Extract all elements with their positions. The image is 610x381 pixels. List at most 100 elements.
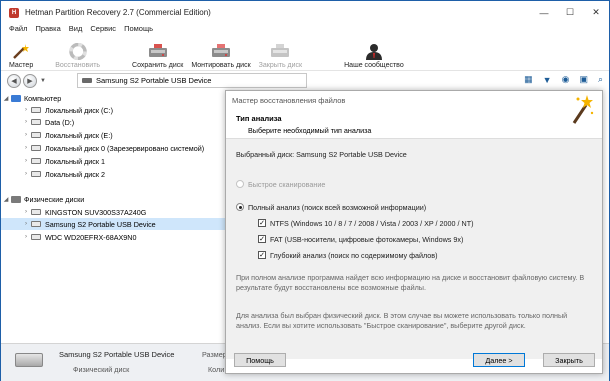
ntfs-checkbox[interactable]: ✓ xyxy=(258,219,266,227)
tree-physical-samsung[interactable]: › Samsung S2 Portable USB Device xyxy=(1,218,227,230)
tree-drive-d[interactable]: › Data (D:) xyxy=(1,116,227,128)
status-device-name: Samsung S2 Portable USB Device xyxy=(59,350,175,359)
path-field[interactable]: Samsung S2 Portable USB Device xyxy=(77,73,307,88)
filter-icon[interactable]: ▼ xyxy=(543,75,552,85)
drive-icon xyxy=(31,158,41,164)
community-button[interactable]: Наше сообщество xyxy=(340,37,408,69)
tree-drive-c[interactable]: › Локальный диск (C:) xyxy=(1,104,227,116)
hdd-icon xyxy=(31,234,41,240)
tree-physical[interactable]: ◢ Физические диски xyxy=(1,193,227,205)
save-disk-icon xyxy=(148,44,167,57)
computer-icon xyxy=(11,94,21,102)
search-icon[interactable]: ⌕ xyxy=(598,74,603,85)
hdd-icon xyxy=(31,209,41,215)
full-analysis-note: При полном анализе программа найдет всю … xyxy=(236,273,585,292)
deep-analysis-label: Глубокий анализ (поиск по содержимому фа… xyxy=(270,251,438,260)
tree-physical-label: Samsung S2 Portable USB Device xyxy=(45,219,156,229)
expand-arrow-icon[interactable]: › xyxy=(21,132,31,138)
fat-label: FAT (USB-носители, цифровые фотокамеры, … xyxy=(270,235,464,244)
user-icon xyxy=(365,44,382,60)
deep-analysis-checkbox[interactable]: ✓ xyxy=(258,251,266,259)
toolbar: Мастер Восстановить Сохранить диск Монти… xyxy=(1,37,609,69)
app-title: Hetman Partition Recovery 2.7 (Commercia… xyxy=(25,8,211,17)
recovery-wizard-dialog: Мастер восстановления файлов Тип анализа… xyxy=(225,90,603,374)
back-button[interactable]: ◀ xyxy=(7,73,21,88)
tree-drive-label: Локальный диск 2 xyxy=(45,169,106,179)
close-disk-icon xyxy=(271,44,290,57)
tree-drive-label: Локальный диск 1 xyxy=(45,156,106,166)
collapse-arrow-icon[interactable]: ◢ xyxy=(1,196,11,203)
menu-edit[interactable]: Правка xyxy=(35,24,60,36)
status-size-label: Размер xyxy=(202,350,227,359)
save-disk-button[interactable]: Сохранить диск xyxy=(128,37,187,69)
view-mode-icon[interactable]: ▦ xyxy=(524,74,533,85)
quick-scan-radio[interactable] xyxy=(236,180,244,188)
save-disk-label: Сохранить диск xyxy=(132,62,184,69)
forward-button[interactable]: ▶ xyxy=(23,73,37,88)
drive-icon xyxy=(31,107,41,113)
expand-arrow-icon[interactable]: › xyxy=(21,209,31,215)
collapse-arrow-icon[interactable]: ◢ xyxy=(1,95,11,102)
tree-physical-label: WDC WD20EFRX-68AX9N0 xyxy=(45,232,137,242)
close-disk-label: Закрыть диск xyxy=(258,62,303,69)
tree-drive-e[interactable]: › Локальный диск (E:) xyxy=(1,129,227,141)
fat-checkbox[interactable]: ✓ xyxy=(258,235,266,243)
dialog-subheading: Выберите необходимый тип анализа xyxy=(248,126,372,135)
expand-arrow-icon[interactable]: › xyxy=(21,119,31,125)
full-analysis-label: Полный анализ (поиск всей возможной инфо… xyxy=(248,203,427,212)
tree-drive-2[interactable]: › Локальный диск 2 xyxy=(1,168,227,180)
drive-tree: ◢ Компьютер › Локальный диск (C:) › Data… xyxy=(1,90,227,343)
minimize-button[interactable]: — xyxy=(531,1,557,24)
address-bar: ◀ ▶ ▼ Samsung S2 Portable USB Device ▦ ▼… xyxy=(1,70,609,90)
help-button[interactable]: Помощь xyxy=(234,353,286,367)
mount-disk-button[interactable]: Монтировать диск xyxy=(187,37,254,69)
close-window-button[interactable]: ✕ xyxy=(583,1,609,24)
close-button[interactable]: Закрыть xyxy=(543,353,595,367)
wizard-label: Мастер xyxy=(9,62,34,69)
tree-computer-label: Компьютер xyxy=(24,93,62,103)
save-icon[interactable]: ▣ xyxy=(579,74,588,85)
history-dropdown-icon[interactable]: ▼ xyxy=(40,78,46,84)
device-large-icon xyxy=(15,353,43,367)
tree-physical-label: KINGSTON SUV300S37A240G xyxy=(45,207,147,217)
drive-icon xyxy=(31,132,41,138)
quick-scan-label: Быстрое сканирование xyxy=(248,180,326,189)
dialog-heading: Тип анализа xyxy=(236,114,282,123)
menu-file[interactable]: Файл xyxy=(9,24,27,36)
app-icon: H xyxy=(9,7,19,18)
full-analysis-radio[interactable] xyxy=(236,203,244,211)
tree-drive-0[interactable]: › Локальный диск 0 (Зарезервировано сист… xyxy=(1,142,227,154)
next-button[interactable]: Далее > xyxy=(473,353,525,367)
expand-arrow-icon[interactable]: › xyxy=(21,158,31,164)
back-arrow-icon: ◀ xyxy=(11,77,17,85)
tree-drive-1[interactable]: › Локальный диск 1 xyxy=(1,155,227,167)
dialog-header: Тип анализа Выберите необходимый тип ана… xyxy=(226,95,602,139)
tree-drive-label: Локальный диск 0 (Зарезервировано систем… xyxy=(45,143,205,153)
dialog-body: Выбранный диск: Samsung S2 Portable USB … xyxy=(226,139,602,359)
expand-arrow-icon[interactable]: › xyxy=(21,145,31,151)
menu-help[interactable]: Помощь xyxy=(124,24,153,36)
title-bar: H Hetman Partition Recovery 2.7 (Commerc… xyxy=(1,1,609,24)
menu-view[interactable]: Вид xyxy=(69,24,83,36)
drive-icon xyxy=(31,171,41,177)
ntfs-label: NTFS (Windows 10 / 8 / 7 / 2008 / Vista … xyxy=(270,219,474,228)
community-label: Наше сообщество xyxy=(344,62,404,69)
menu-service[interactable]: Сервис xyxy=(90,24,116,36)
binoculars-icon[interactable]: ◉ xyxy=(562,74,570,85)
maximize-button[interactable]: ☐ xyxy=(557,1,583,24)
restore-button[interactable]: Восстановить xyxy=(51,37,104,69)
expand-arrow-icon[interactable]: › xyxy=(21,107,31,113)
tree-computer[interactable]: ◢ Компьютер xyxy=(1,92,227,104)
tree-physical-wdc[interactable]: › WDC WD20EFRX-68AX9N0 xyxy=(1,231,227,243)
app-window: H Hetman Partition Recovery 2.7 (Commerc… xyxy=(0,0,610,381)
expand-arrow-icon[interactable]: › xyxy=(21,171,31,177)
physical-disk-note: Для анализа был выбран физический диск. … xyxy=(236,311,568,330)
path-text: Samsung S2 Portable USB Device xyxy=(96,76,212,85)
mount-disk-icon xyxy=(212,44,230,57)
close-disk-button[interactable]: Закрыть диск xyxy=(255,37,306,69)
wizard-button[interactable]: Мастер xyxy=(5,37,37,69)
expand-arrow-icon[interactable]: › xyxy=(21,234,31,240)
lifebuoy-icon xyxy=(68,43,87,60)
tree-physical-kingston[interactable]: › KINGSTON SUV300S37A240G xyxy=(1,206,227,218)
expand-arrow-icon[interactable]: › xyxy=(21,221,31,227)
